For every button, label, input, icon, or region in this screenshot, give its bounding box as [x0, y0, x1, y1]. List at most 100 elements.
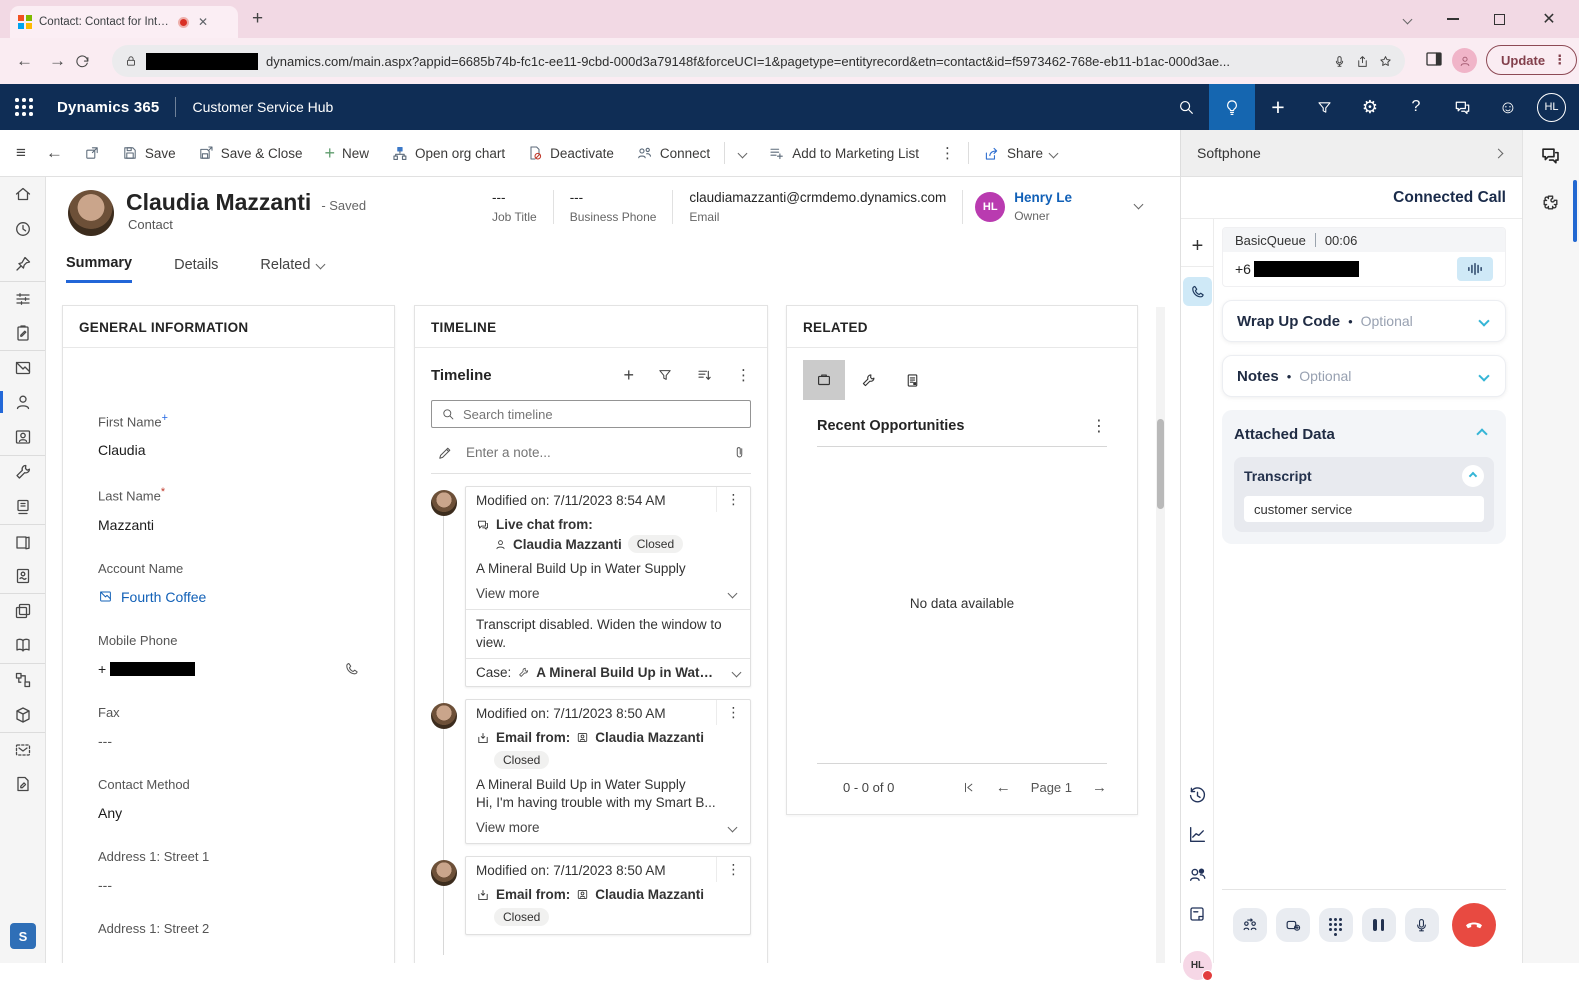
- agent-presence-avatar[interactable]: HL: [1183, 951, 1212, 980]
- previous-page-icon[interactable]: ←: [996, 779, 1011, 796]
- first-page-icon[interactable]: [961, 780, 976, 795]
- last-name-value[interactable]: Mazzanti: [98, 517, 366, 533]
- new-session-icon[interactable]: +: [1181, 227, 1214, 267]
- overflow-chevron-icon[interactable]: [728, 130, 757, 176]
- save-button[interactable]: Save: [111, 130, 187, 176]
- conversations-icon[interactable]: [1539, 144, 1562, 167]
- browser-update-button[interactable]: Update ⋮: [1486, 45, 1577, 75]
- sidebar-item-activities[interactable]: [0, 316, 45, 351]
- vertical-scrollbar[interactable]: [1156, 307, 1165, 963]
- new-tab-button[interactable]: +: [252, 10, 263, 28]
- first-name-value[interactable]: Claudia: [98, 442, 366, 458]
- contact-photo[interactable]: [68, 190, 114, 236]
- bottom-s-button[interactable]: S: [10, 923, 36, 949]
- attachment-paperclip-icon[interactable]: [732, 445, 747, 460]
- apps-puzzle-icon[interactable]: [1540, 192, 1561, 213]
- lightbulb-icon[interactable]: [1209, 84, 1255, 130]
- call-history-icon[interactable]: [1187, 785, 1208, 806]
- softphone-panel-header[interactable]: Softphone: [1180, 130, 1522, 177]
- collapse-chevron-icon[interactable]: [1462, 465, 1484, 487]
- share-page-icon[interactable]: [1355, 54, 1370, 69]
- header-field-email[interactable]: claudiamazzanti@crmdemo.dynamics.com Ema…: [672, 190, 962, 224]
- feedback-smiley-icon[interactable]: ☺: [1485, 84, 1531, 130]
- timeline-sort-icon[interactable]: [696, 367, 713, 384]
- tab-close-icon[interactable]: ✕: [198, 15, 208, 29]
- sidebar-item-recent[interactable]: [0, 212, 45, 247]
- sidebar-item-products[interactable]: [0, 697, 45, 732]
- mic-icon[interactable]: [1332, 54, 1347, 69]
- sidebar-item-articles[interactable]: [0, 593, 45, 628]
- related-tab-cases[interactable]: [847, 360, 889, 400]
- window-menu-button[interactable]: [1384, 0, 1430, 38]
- bookmark-star-icon[interactable]: [1378, 54, 1393, 69]
- active-call-tab-icon[interactable]: [1183, 277, 1212, 306]
- search-icon[interactable]: [1163, 84, 1209, 130]
- timeline-more-icon[interactable]: ⋮: [736, 366, 751, 384]
- more-commands-icon[interactable]: ⋮: [930, 144, 965, 162]
- transcript-value[interactable]: customer service: [1244, 496, 1484, 522]
- app-launcher-icon[interactable]: [15, 98, 33, 116]
- brand-title[interactable]: Dynamics 365: [57, 99, 159, 116]
- collapse-panel-chevron-icon[interactable]: [1494, 148, 1504, 158]
- transfer-call-icon[interactable]: [1233, 908, 1267, 942]
- address-bar[interactable]: dynamics.com/main.aspx?appid=6685b74b-fc…: [112, 45, 1405, 77]
- quick-create-icon[interactable]: +: [1255, 84, 1301, 130]
- entry-more-icon[interactable]: ⋮: [716, 700, 750, 725]
- new-record-button[interactable]: + New: [314, 130, 381, 176]
- sidebar-item-knowledge-base[interactable]: [0, 628, 45, 663]
- header-expand-chevron-icon[interactable]: [1134, 200, 1144, 210]
- sidebar-item-home[interactable]: [0, 177, 45, 212]
- sidebar-item-dashboards[interactable]: [0, 281, 45, 316]
- sidebar-item-queues[interactable]: [0, 489, 45, 524]
- scrollbar-thumb[interactable]: [1157, 419, 1164, 509]
- contacts-icon[interactable]: [1187, 864, 1208, 885]
- filter-icon[interactable]: [1301, 84, 1347, 130]
- window-maximize-button[interactable]: [1476, 0, 1522, 38]
- section-more-icon[interactable]: ⋮: [1091, 416, 1107, 436]
- deactivate-button[interactable]: Deactivate: [516, 130, 625, 176]
- window-minimize-button[interactable]: [1430, 0, 1476, 38]
- update-menu-icon[interactable]: ⋮: [1553, 52, 1566, 68]
- timeline-filter-icon[interactable]: [657, 367, 673, 383]
- popout-icon[interactable]: [73, 130, 111, 176]
- browser-profile-avatar[interactable]: [1452, 48, 1477, 73]
- add-device-icon[interactable]: [1276, 908, 1310, 942]
- sidebar-item-entitlements[interactable]: [0, 663, 45, 698]
- browser-sidebar-icon[interactable]: [1424, 49, 1444, 69]
- mute-mic-icon[interactable]: [1405, 908, 1439, 942]
- user-avatar[interactable]: HL: [1537, 93, 1566, 122]
- window-close-button[interactable]: ✕: [1526, 0, 1572, 38]
- sidebar-item-signatures[interactable]: [0, 767, 45, 802]
- tab-summary[interactable]: Summary: [66, 255, 132, 283]
- entry-more-icon[interactable]: ⋮: [716, 487, 750, 512]
- entry-more-icon[interactable]: ⋮: [716, 857, 750, 882]
- sidebar-item-pinned[interactable]: [0, 246, 45, 281]
- back-icon[interactable]: ←: [8, 51, 41, 71]
- sidebar-item-knowledge-articles[interactable]: [0, 524, 45, 559]
- end-call-button[interactable]: [1452, 903, 1496, 947]
- hold-pause-icon[interactable]: [1362, 908, 1396, 942]
- site-map-toggle-icon[interactable]: ≡: [6, 143, 36, 163]
- open-org-chart-button[interactable]: Open org chart: [380, 130, 516, 176]
- help-icon[interactable]: ?: [1393, 84, 1439, 130]
- related-tab-opportunities[interactable]: [803, 360, 845, 400]
- analytics-chart-icon[interactable]: [1187, 824, 1208, 845]
- account-link[interactable]: Fourth Coffee: [98, 589, 366, 605]
- expand-chevron-icon[interactable]: [1471, 363, 1497, 389]
- dialpad-icon[interactable]: [1319, 908, 1353, 942]
- search-timeline-input[interactable]: [463, 407, 741, 422]
- save-and-close-button[interactable]: Save & Close: [187, 130, 314, 176]
- settings-gear-icon[interactable]: ⚙: [1347, 84, 1393, 130]
- reload-icon[interactable]: [74, 53, 107, 70]
- browser-tab[interactable]: Contact: Contact for Interact ✕: [10, 6, 238, 38]
- forward-icon[interactable]: →: [41, 51, 74, 71]
- sidebar-item-contacts[interactable]: [0, 385, 45, 420]
- timeline-note-row[interactable]: [431, 442, 751, 474]
- sidebar-item-accounts[interactable]: [0, 350, 45, 385]
- header-field-owner[interactable]: HL Henry Le Owner: [962, 190, 1084, 224]
- collapse-chevron-icon[interactable]: [1470, 422, 1494, 446]
- app-name[interactable]: Customer Service Hub: [192, 99, 333, 115]
- timeline-search[interactable]: [431, 400, 751, 428]
- next-page-icon[interactable]: →: [1092, 779, 1107, 796]
- sidebar-item-email-templates[interactable]: [0, 732, 45, 767]
